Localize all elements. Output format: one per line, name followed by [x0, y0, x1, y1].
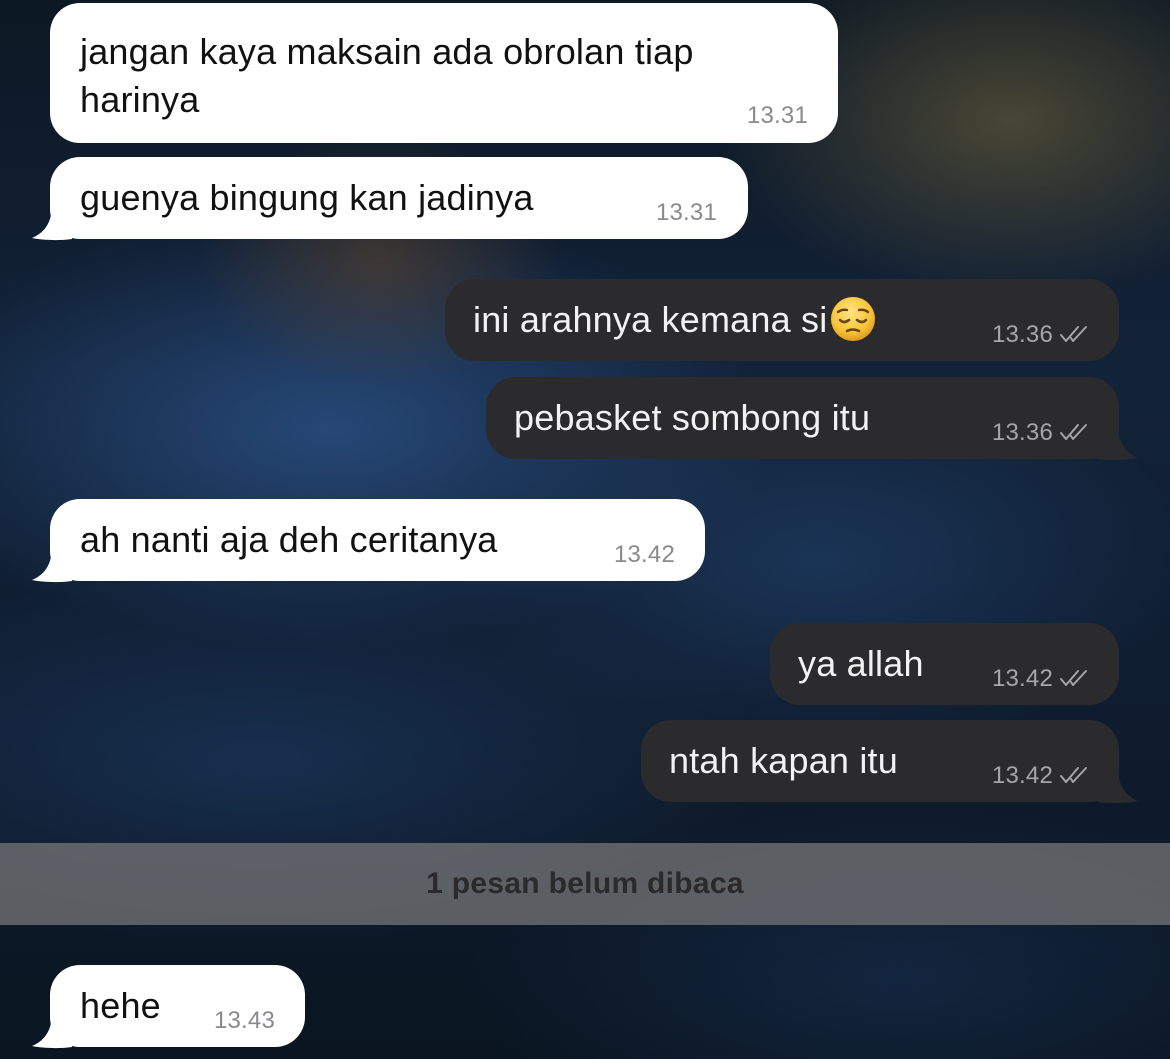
- bubble-tail: [32, 1013, 72, 1049]
- incoming-message[interactable]: hehe 13.43: [50, 965, 305, 1047]
- message-time: 13.31: [655, 199, 717, 226]
- unread-messages-banner: 1 pesan belum dibaca: [0, 843, 1170, 925]
- pensive-face-icon: [831, 297, 876, 342]
- read-double-check-icon: [1060, 423, 1087, 440]
- unread-banner-label: 1 pesan belum dibaca: [426, 867, 744, 900]
- message-time: 13.42: [991, 665, 1053, 692]
- outgoing-message[interactable]: ini arahnya kemana si 13.36: [445, 279, 1119, 361]
- message-time: 13.36: [991, 419, 1053, 446]
- message-time: 13.43: [213, 1007, 275, 1034]
- incoming-message[interactable]: ah nanti aja deh ceritanya 13.42: [50, 499, 705, 581]
- message-text: jangan kaya maksain ada obrolan tiap: [80, 31, 694, 72]
- read-double-check-icon: [1060, 325, 1087, 342]
- outgoing-message[interactable]: ntah kapan itu 13.42: [641, 720, 1119, 802]
- message-text: harinya: [80, 79, 200, 120]
- message-meta: 13.42: [992, 667, 1089, 691]
- message-time: 13.42: [613, 541, 675, 568]
- read-double-check-icon: [1060, 669, 1087, 686]
- bubble-tail: [1098, 425, 1138, 461]
- bubble-tail: [1098, 768, 1138, 804]
- incoming-message[interactable]: jangan kaya maksain ada obrolan tiap har…: [50, 3, 838, 143]
- outgoing-message[interactable]: ya allah 13.42: [770, 623, 1119, 705]
- message-time: 13.42: [991, 762, 1053, 789]
- message-text: ini arahnya kemana si: [473, 299, 828, 340]
- message-text: guenya bingung kan jadinya: [80, 177, 534, 218]
- incoming-message[interactable]: guenya bingung kan jadinya 13.31: [50, 157, 748, 239]
- outgoing-message[interactable]: pebasket sombong itu 13.36: [486, 377, 1119, 459]
- bubble-tail: [32, 205, 72, 241]
- message-meta: 13.36: [992, 323, 1089, 347]
- message-meta: 13.36: [992, 421, 1089, 445]
- bubble-tail: [32, 547, 72, 583]
- message-time: 13.36: [991, 321, 1053, 348]
- message-meta: 13.42: [992, 764, 1089, 788]
- message-time: 13.31: [746, 102, 808, 129]
- message-text: ah nanti aja deh ceritanya: [80, 519, 498, 560]
- read-double-check-icon: [1060, 766, 1087, 783]
